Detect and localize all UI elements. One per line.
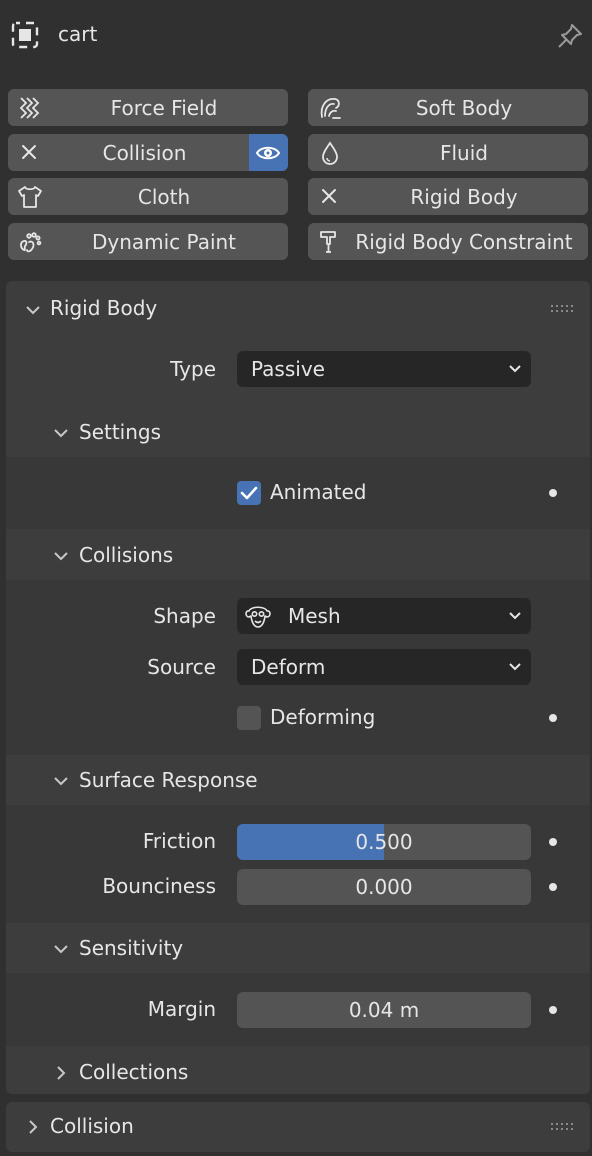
source-dropdown[interactable]: Deform [237, 649, 531, 685]
collisions-subpanel-header[interactable]: Collisions [6, 532, 590, 580]
chevron-down-icon [54, 945, 68, 954]
dynamic-paint-label: Dynamic Paint [91, 230, 237, 254]
collections-subpanel-header[interactable]: Collections [6, 1049, 590, 1097]
rigid-body-constraint-icon [320, 231, 336, 253]
rigid-body-button[interactable]: Rigid Body [308, 178, 588, 215]
force-field-label: Force Field [110, 96, 218, 120]
collision-visibility-toggle[interactable] [249, 134, 288, 171]
friction-slider[interactable]: 0.500 [237, 824, 531, 860]
chevron-down-icon [509, 365, 521, 373]
dynamic-paint-button[interactable]: Dynamic Paint [8, 223, 288, 260]
rigid-body-label: Rigid Body [410, 185, 518, 209]
collision-button[interactable]: Collision [8, 134, 288, 171]
collections-title: Collections [79, 1060, 189, 1084]
panel-title: Rigid Body [50, 296, 158, 320]
rigid-body-constraint-button[interactable]: Rigid Body Constraint [308, 223, 588, 260]
remove-rigid-body-icon[interactable] [316, 183, 344, 211]
soft-body-button[interactable]: Soft Body [308, 89, 588, 126]
surface-response-subpanel-header[interactable]: Surface Response [6, 757, 590, 805]
chevron-right-icon [57, 1066, 66, 1080]
chevron-right-icon [29, 1120, 38, 1134]
checkmark-icon [240, 486, 258, 500]
rigid-body-panel-header[interactable]: Rigid Body [6, 281, 590, 333]
bounciness-slider[interactable]: 0.000 [237, 869, 531, 905]
type-label: Type [170, 357, 216, 381]
margin-field[interactable]: 0.04 m [237, 992, 531, 1028]
chevron-down-icon [509, 612, 521, 620]
bounciness-value: 0.000 [355, 875, 413, 899]
chevron-down-icon [54, 552, 68, 561]
chevron-down-icon [509, 663, 521, 671]
properties-header: cart [0, 0, 592, 70]
deforming-checkbox[interactable] [237, 706, 261, 730]
object-data-icon [11, 21, 39, 49]
margin-value: 0.04 m [348, 998, 420, 1022]
chevron-down-icon [54, 429, 68, 438]
chevron-down-icon [26, 306, 40, 315]
shape-label: Shape [153, 604, 216, 628]
object-name: cart [58, 22, 98, 46]
soft-body-label: Soft Body [415, 96, 513, 120]
deforming-keyframe-dot[interactable] [549, 714, 557, 722]
sensitivity-subpanel-header[interactable]: Sensitivity [6, 925, 590, 973]
shape-value: Mesh [288, 604, 341, 628]
force-field-button[interactable]: Force Field [8, 89, 288, 126]
chevron-down-icon [54, 777, 68, 786]
remove-collision-icon[interactable] [16, 139, 44, 167]
surface-response-subpanel-body [6, 805, 590, 923]
bounciness-label: Bounciness [102, 874, 216, 898]
shape-dropdown[interactable]: Mesh [237, 598, 531, 634]
animated-checkbox[interactable] [237, 481, 261, 505]
bounciness-keyframe-dot[interactable] [549, 883, 557, 891]
source-label: Source [147, 655, 216, 679]
settings-title: Settings [79, 420, 162, 444]
drag-handle-icon[interactable] [550, 1121, 574, 1133]
soft-body-icon [320, 98, 341, 119]
cloth-label: Cloth [137, 185, 191, 209]
sensitivity-title: Sensitivity [79, 936, 184, 960]
collision-panel[interactable]: Collision [6, 1102, 590, 1152]
type-dropdown[interactable]: Passive [237, 351, 531, 387]
cloth-shirt-icon [18, 186, 42, 208]
collision-label: Collision [102, 141, 187, 165]
dynamic-paint-icon [20, 232, 42, 253]
friction-label: Friction [142, 829, 216, 853]
margin-keyframe-dot[interactable] [549, 1006, 557, 1014]
mesh-monkey-icon [245, 606, 271, 628]
collisions-title: Collisions [79, 543, 174, 567]
margin-label: Margin [147, 997, 216, 1021]
source-value: Deform [251, 655, 326, 679]
pin-icon[interactable] [554, 20, 586, 52]
surface-response-title: Surface Response [79, 768, 258, 792]
animated-label[interactable]: Animated [270, 480, 367, 504]
friction-keyframe-dot[interactable] [549, 838, 557, 846]
fluid-label: Fluid [440, 141, 488, 165]
fluid-button[interactable]: Fluid [308, 134, 588, 171]
fluid-drop-icon [322, 141, 338, 165]
animated-keyframe-dot[interactable] [549, 489, 557, 497]
settings-subpanel-header[interactable]: Settings [6, 409, 590, 457]
collision-panel-title: Collision [50, 1114, 134, 1138]
cloth-button[interactable]: Cloth [8, 178, 288, 215]
force-field-icon [19, 97, 40, 119]
friction-value: 0.500 [355, 830, 413, 854]
type-value: Passive [251, 357, 325, 381]
rigid-body-constraint-label: Rigid Body Constraint [355, 230, 573, 254]
deforming-label[interactable]: Deforming [270, 705, 375, 729]
drag-handle-icon[interactable] [550, 303, 574, 315]
eye-icon [255, 146, 281, 160]
